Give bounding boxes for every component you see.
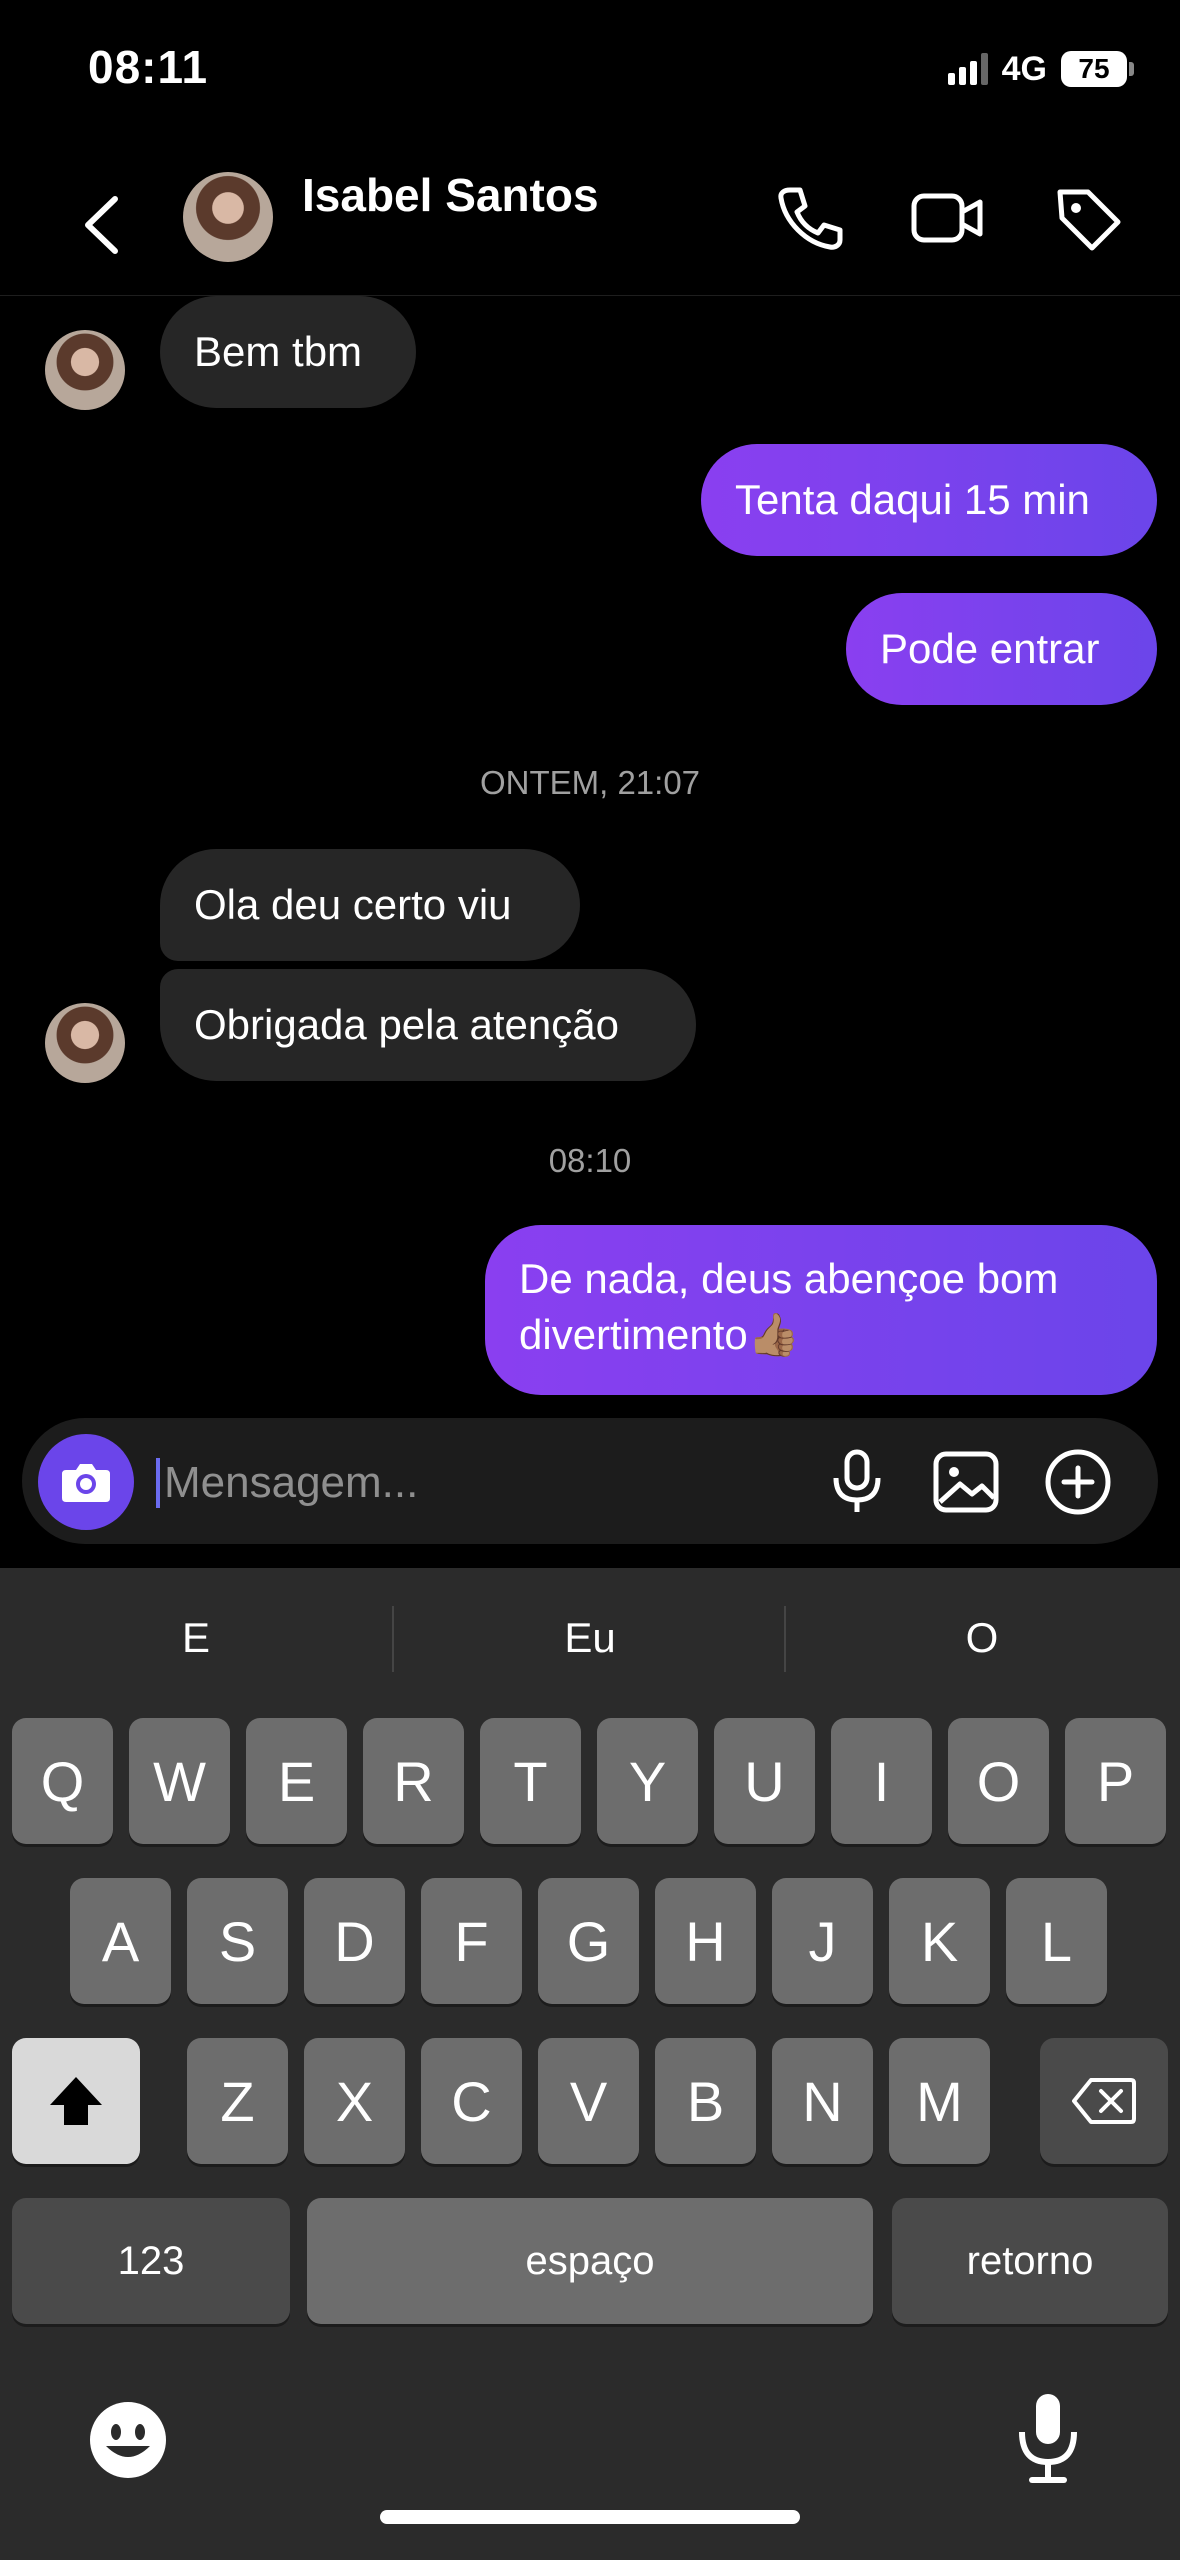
outgoing-message[interactable]: Pode entrar bbox=[846, 593, 1157, 705]
tag-icon bbox=[1057, 189, 1121, 251]
battery-icon: 75 bbox=[1061, 51, 1134, 87]
key-r[interactable]: R bbox=[363, 1718, 464, 1844]
message-timestamp: ONTEM, 21:07 bbox=[479, 764, 701, 801]
message-line: divertimento👍🏽 bbox=[519, 1311, 801, 1358]
shift-arrow-icon bbox=[50, 2077, 102, 2125]
suggestion-item[interactable]: Eu bbox=[394, 1598, 786, 1678]
status-indicators: 4G 75 bbox=[947, 46, 1134, 92]
voice-message-button[interactable] bbox=[822, 1446, 892, 1516]
microphone-icon bbox=[1019, 2394, 1077, 2483]
key-o[interactable]: O bbox=[948, 1718, 1049, 1844]
back-button[interactable] bbox=[70, 185, 140, 265]
key-x[interactable]: X bbox=[304, 2038, 405, 2164]
emoji-icon bbox=[90, 2402, 166, 2478]
home-indicator[interactable] bbox=[380, 2510, 800, 2524]
key-m[interactable]: M bbox=[889, 2038, 990, 2164]
network-label: 4G bbox=[1001, 49, 1047, 88]
key-w[interactable]: W bbox=[129, 1718, 230, 1844]
video-call-button[interactable] bbox=[908, 178, 988, 258]
phone-icon bbox=[778, 187, 843, 250]
key-t[interactable]: T bbox=[480, 1718, 581, 1844]
chevron-left-icon bbox=[85, 196, 118, 254]
dictation-button[interactable] bbox=[1010, 2390, 1086, 2486]
video-camera-icon bbox=[911, 193, 983, 243]
chat-header: Isabel Santos bbox=[0, 150, 1180, 296]
status-time: 08:11 bbox=[88, 41, 209, 93]
suggestion-item[interactable]: O bbox=[786, 1598, 1178, 1678]
key-u[interactable]: U bbox=[714, 1718, 815, 1844]
message-line: De nada, deus abençoe bom bbox=[519, 1255, 1059, 1302]
key-q[interactable]: Q bbox=[12, 1718, 113, 1844]
microphone-icon bbox=[833, 1449, 881, 1512]
key-n[interactable]: N bbox=[772, 2038, 873, 2164]
plus-circle-icon bbox=[1045, 1449, 1111, 1515]
image-icon bbox=[933, 1451, 999, 1513]
message-input[interactable] bbox=[162, 1446, 806, 1520]
outgoing-message[interactable]: Tenta daqui 15 min bbox=[701, 444, 1157, 556]
incoming-message[interactable]: Bem tbm bbox=[160, 296, 416, 408]
key-f[interactable]: F bbox=[421, 1878, 522, 2004]
key-z[interactable]: Z bbox=[187, 2038, 288, 2164]
battery-level: 75 bbox=[1061, 51, 1127, 87]
key-e[interactable]: E bbox=[246, 1718, 347, 1844]
key-j[interactable]: J bbox=[772, 1878, 873, 2004]
key-a[interactable]: A bbox=[70, 1878, 171, 2004]
tag-button[interactable] bbox=[1048, 178, 1128, 258]
key-k[interactable]: K bbox=[889, 1878, 990, 2004]
key-d[interactable]: D bbox=[304, 1878, 405, 2004]
text-caret bbox=[156, 1458, 160, 1508]
key-b[interactable]: B bbox=[655, 2038, 756, 2164]
message-composer bbox=[22, 1418, 1158, 1544]
signal-icon bbox=[947, 53, 988, 85]
backspace-key[interactable] bbox=[1040, 2038, 1168, 2164]
audio-call-button[interactable] bbox=[768, 178, 848, 258]
key-v[interactable]: V bbox=[538, 2038, 639, 2164]
backspace-icon bbox=[1072, 2078, 1136, 2124]
suggestion-item[interactable]: E bbox=[0, 1598, 392, 1678]
more-options-button[interactable] bbox=[1040, 1444, 1116, 1520]
space-key[interactable]: espaço bbox=[307, 2198, 873, 2324]
key-g[interactable]: G bbox=[538, 1878, 639, 2004]
outgoing-message[interactable]: De nada, deus abençoe bom divertimento👍🏽 bbox=[485, 1225, 1157, 1395]
contact-avatar-small[interactable] bbox=[45, 330, 125, 410]
emoji-button[interactable] bbox=[86, 2398, 170, 2482]
camera-button[interactable] bbox=[38, 1434, 134, 1530]
key-s[interactable]: S bbox=[187, 1878, 288, 2004]
key-y[interactable]: Y bbox=[597, 1718, 698, 1844]
incoming-message[interactable]: Obrigada pela atenção bbox=[160, 969, 696, 1081]
camera-icon bbox=[62, 1464, 110, 1502]
contact-name[interactable]: Isabel Santos bbox=[302, 168, 599, 222]
contact-avatar[interactable] bbox=[183, 172, 273, 262]
keyboard: E Eu O Q W E R T Y U I O P A S D F G H J… bbox=[0, 1568, 1180, 2560]
key-l[interactable]: L bbox=[1006, 1878, 1107, 2004]
gallery-button[interactable] bbox=[928, 1444, 1004, 1520]
incoming-message[interactable]: Ola deu certo viu bbox=[160, 849, 580, 961]
message-timestamp: 08:10 bbox=[548, 1142, 632, 1179]
contact-avatar-small[interactable] bbox=[45, 1003, 125, 1083]
numbers-key[interactable]: 123 bbox=[12, 2198, 290, 2324]
shift-key[interactable] bbox=[12, 2038, 140, 2164]
key-p[interactable]: P bbox=[1065, 1718, 1166, 1844]
key-c[interactable]: C bbox=[421, 2038, 522, 2164]
key-i[interactable]: I bbox=[831, 1718, 932, 1844]
return-key[interactable]: retorno bbox=[892, 2198, 1168, 2324]
key-h[interactable]: H bbox=[655, 1878, 756, 2004]
